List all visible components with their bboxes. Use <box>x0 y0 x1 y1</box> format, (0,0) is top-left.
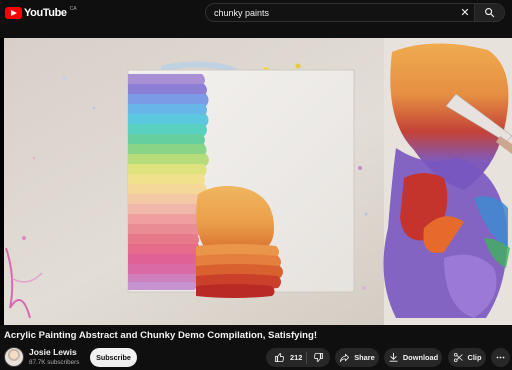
share-label: Share <box>354 353 375 362</box>
search-input[interactable] <box>206 4 474 21</box>
more-icon <box>496 356 505 359</box>
clip-label: Clip <box>467 353 482 362</box>
like-button[interactable]: 212 <box>266 348 306 367</box>
avatar[interactable] <box>4 347 24 367</box>
search-box: ✕ <box>205 3 505 22</box>
download-label: Download <box>402 353 439 362</box>
video-player[interactable] <box>0 38 512 325</box>
download-button[interactable]: Download <box>384 348 442 367</box>
thumbs-up-icon <box>274 353 285 363</box>
youtube-logo[interactable]: YouTube CA <box>5 6 77 20</box>
close-icon[interactable]: ✕ <box>458 6 472 20</box>
subscriber-count: 87.7K subscribers <box>29 359 80 366</box>
dislike-button[interactable] <box>307 348 330 367</box>
search-icon <box>485 8 495 18</box>
like-dislike-group: 212 <box>266 348 330 367</box>
youtube-logo-icon <box>5 7 22 19</box>
video-title: Acrylic Painting Abstract and Chunky Dem… <box>4 330 318 341</box>
scissors-icon <box>453 352 463 363</box>
logo-text: YouTube <box>24 7 67 19</box>
video-frame <box>4 38 512 325</box>
subscribe-button[interactable]: Subscribe <box>90 348 137 367</box>
download-icon <box>389 352 398 362</box>
thumbs-down-icon <box>313 352 324 362</box>
logo-country-code: CA <box>69 6 77 12</box>
masthead: YouTube CA ✕ <box>0 0 512 26</box>
more-actions-button[interactable] <box>491 348 510 367</box>
like-count: 212 <box>290 353 303 362</box>
share-arrow-icon <box>340 353 350 363</box>
search-button[interactable] <box>474 4 504 21</box>
share-button[interactable]: Share <box>335 348 379 367</box>
channel-name[interactable]: Josie Lewis <box>29 347 77 357</box>
clip-button[interactable]: Clip <box>448 348 486 367</box>
